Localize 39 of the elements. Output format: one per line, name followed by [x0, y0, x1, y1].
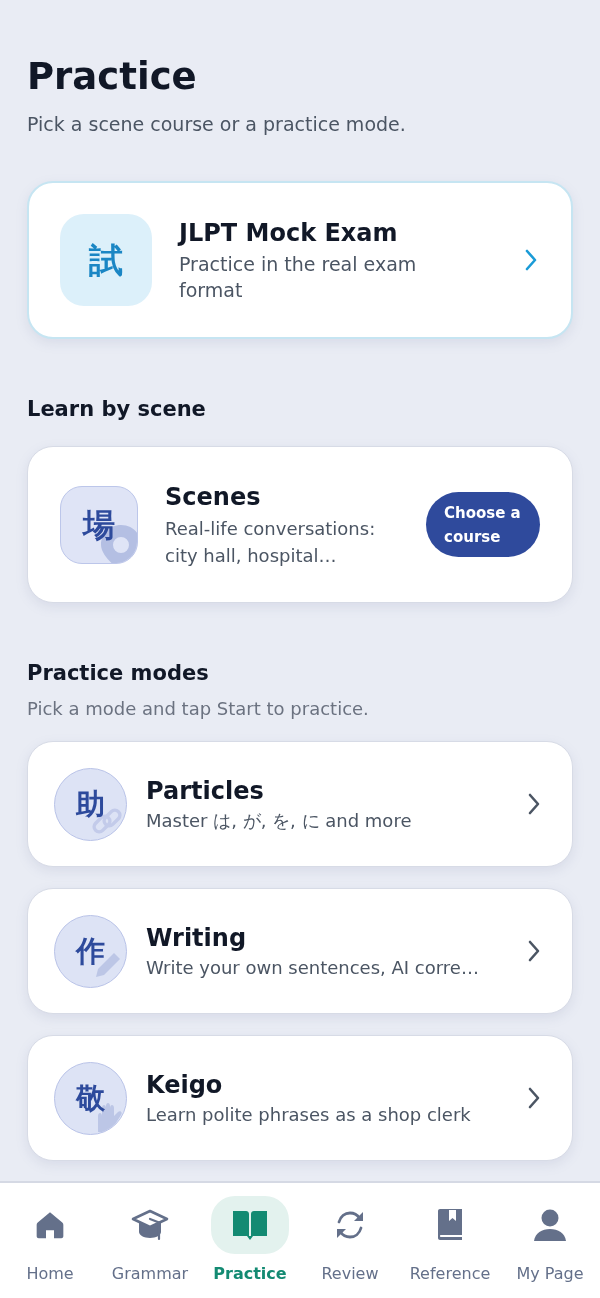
page-subtitle: Pick a scene course or a practice mode. [27, 112, 406, 137]
chevron-right-icon [528, 940, 540, 962]
section-heading: Practice modes [27, 660, 209, 687]
section-subtitle: Pick a mode and tap Start to practice. [27, 697, 369, 721]
practice-mode-card[interactable]: 作 Writing Write your own sentences, AI corre… [27, 888, 573, 1014]
mock-exam-card[interactable]: 試 JLPT Mock Exam Practice in the real exam format [27, 181, 573, 339]
card-title: JLPT Mock Exam [179, 218, 398, 249]
nav-tab[interactable]: Review [300, 1196, 400, 1298]
practice-mode-card[interactable]: 助 Particles Master は, が, を, に and more [27, 741, 573, 867]
mode-kanji: 作 [76, 933, 105, 969]
nav-tab[interactable]: Grammar [100, 1196, 200, 1298]
open-book-icon [231, 1208, 269, 1242]
user-icon [533, 1208, 567, 1242]
mode-title: Writing [146, 922, 247, 954]
mode-kanji: 敬 [76, 1080, 105, 1116]
page-title: Practice [27, 54, 197, 100]
mode-subtitle: Master は, が, を, に and more [146, 808, 412, 833]
mode-subtitle: Learn polite phrases as a shop clerk [146, 1102, 471, 1127]
card-subtitle: Practice in the real exam format [179, 252, 418, 303]
practice-mode-card[interactable]: 敬 Keigo Learn polite phrases as a shop clerk [27, 1035, 573, 1161]
scene-kanji: 場 [83, 505, 115, 544]
mode-title: Particles [146, 775, 264, 807]
nav-tab[interactable]: My Page [500, 1196, 600, 1298]
graduation-cap-icon [130, 1208, 170, 1242]
mode-subtitle: Write your own sentences, AI corre… [146, 955, 479, 980]
bookmarked-book-icon [435, 1208, 465, 1242]
mode-kanji: 助 [76, 786, 105, 822]
chevron-right-icon [528, 1087, 540, 1109]
choose-course-button[interactable]: Choose a course [426, 492, 540, 557]
chevron-right-icon [528, 793, 540, 815]
card-subtitle: Real-life conversations: city hall, hospital… [165, 516, 377, 568]
chevron-right-icon [525, 249, 537, 271]
exam-kanji: 試 [89, 240, 123, 280]
section-heading: Learn by scene [27, 396, 206, 423]
nav-tab[interactable]: Practice [200, 1196, 300, 1298]
nav-tab[interactable]: Reference [400, 1196, 500, 1298]
mode-title: Keigo [146, 1069, 223, 1101]
card-title: Scenes [165, 481, 261, 513]
nav-tab[interactable]: Home [0, 1196, 100, 1298]
